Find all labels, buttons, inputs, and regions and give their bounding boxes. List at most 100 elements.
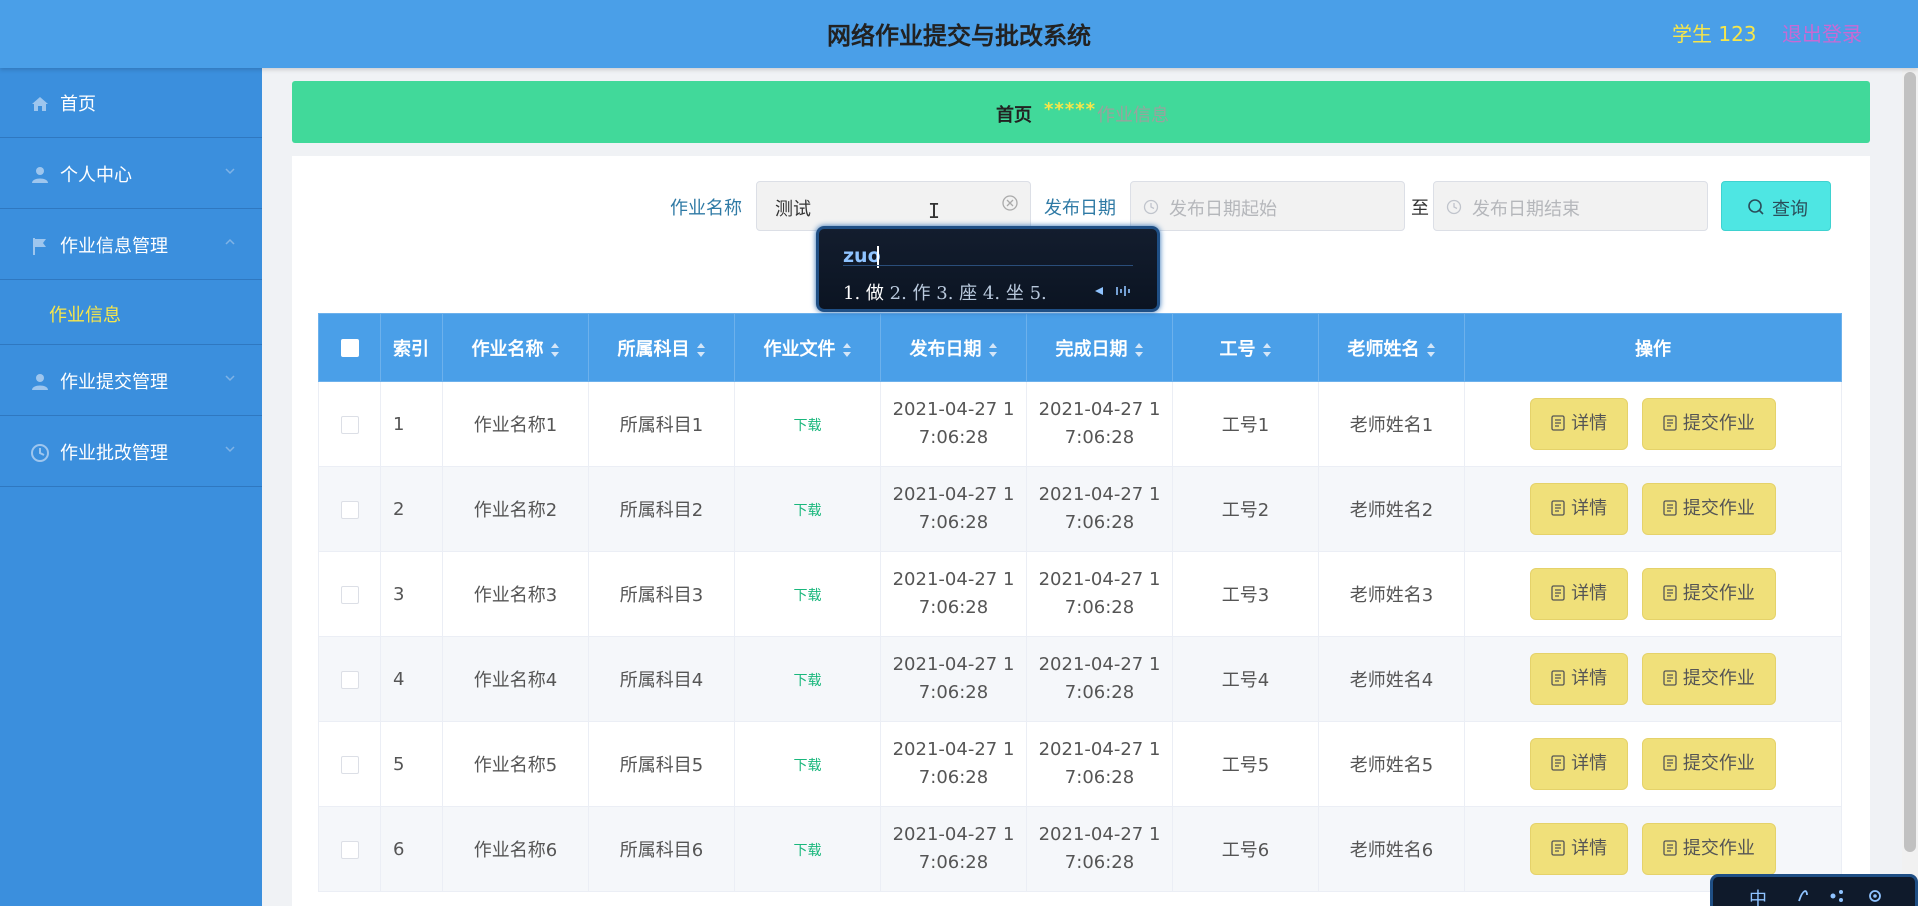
clear-icon[interactable] [1001, 194, 1019, 212]
ime-page-controls-icon[interactable] [1093, 283, 1133, 299]
document-icon [1551, 839, 1565, 856]
row-checkbox[interactable] [340, 415, 359, 434]
scrollbar-thumb[interactable] [1904, 72, 1916, 852]
select-all-checkbox[interactable] [340, 339, 359, 357]
time-line: 7:06:28 [918, 512, 989, 533]
cell-file: 下载 [734, 551, 881, 637]
cell-index: 4 [380, 636, 443, 722]
chevron-up-icon [225, 238, 235, 245]
cell-name: 作业名称2 [442, 466, 589, 552]
time-line: 7:06:28 [1064, 597, 1135, 618]
detail-button[interactable]: 详情 [1530, 398, 1629, 450]
row-checkbox[interactable] [340, 755, 359, 774]
header-finish-date[interactable]: 完成日期 [1026, 313, 1173, 382]
cell-teacher: 老师姓名1 [1318, 381, 1465, 467]
submit-homework-button[interactable]: 提交作业 [1641, 568, 1776, 620]
sort-icon[interactable] [842, 342, 852, 358]
submit-homework-button[interactable]: 提交作业 [1641, 738, 1776, 790]
sort-icon[interactable] [550, 342, 560, 358]
cell-teacher: 老师姓名4 [1318, 636, 1465, 722]
row-checkbox[interactable] [340, 670, 359, 689]
cell-finish-date: 2021-04-27 1 7:06:28 [1026, 551, 1173, 637]
cell-publish-date: 2021-04-27 1 7:06:28 [880, 381, 1027, 467]
detail-button[interactable]: 详情 [1530, 483, 1629, 535]
header-subject[interactable]: 所属科目 [588, 313, 735, 382]
sort-icon[interactable] [1426, 342, 1436, 358]
sidebar-subitem-homework-info[interactable]: 作业信息 [0, 281, 262, 345]
sort-icon[interactable] [1134, 342, 1144, 358]
download-link[interactable]: 下载 [794, 588, 822, 604]
row-select-cell[interactable] [318, 806, 381, 892]
sidebar-item-label: 作业批改管理 [60, 443, 168, 464]
publish-end-placeholder: 发布日期结束 [1472, 199, 1580, 220]
sidebar-item-home[interactable]: 首页 [0, 68, 262, 138]
publish-end-date-input[interactable]: 发布日期结束 [1433, 181, 1708, 231]
cell-name: 作业名称4 [442, 636, 589, 722]
sort-icon[interactable] [988, 342, 998, 358]
header-job-no[interactable]: 工号 [1172, 313, 1319, 382]
submit-homework-button[interactable]: 提交作业 [1641, 398, 1776, 450]
download-link[interactable]: 下载 [794, 843, 822, 859]
query-button[interactable]: 查询 [1721, 181, 1831, 231]
sidebar-item-label: 作业信息管理 [60, 236, 168, 257]
breadcrumb-home[interactable]: 首页 [996, 101, 1032, 127]
row-checkbox[interactable] [340, 840, 359, 859]
submit-homework-button[interactable]: 提交作业 [1641, 483, 1776, 535]
detail-button[interactable]: 详情 [1530, 568, 1629, 620]
ime-candidate[interactable]: 3. 座 [936, 283, 977, 304]
cell-index: 3 [380, 551, 443, 637]
submit-button-label: 提交作业 [1682, 413, 1755, 434]
detail-button[interactable]: 详情 [1530, 653, 1629, 705]
publish-date-label: 发布日期 [1044, 198, 1116, 219]
cell-index: 5 [380, 721, 443, 807]
row-select-cell[interactable] [318, 466, 381, 552]
cell-publish-date: 2021-04-27 1 7:06:28 [880, 721, 1027, 807]
sidebar-item-label: 个人中心 [60, 165, 132, 186]
submit-button-label: 提交作业 [1682, 838, 1755, 859]
row-select-cell[interactable] [318, 636, 381, 722]
detail-button-label: 详情 [1571, 583, 1608, 604]
sidebar-item-grading-mgmt[interactable]: 作业批改管理 [0, 417, 262, 487]
header-select-all[interactable] [318, 313, 381, 382]
detail-button[interactable]: 详情 [1530, 823, 1629, 875]
ime-candidate[interactable]: 5. [1030, 283, 1047, 304]
ime-candidate[interactable]: 1. 做 [843, 283, 884, 304]
ime-tools-icon[interactable] [1793, 887, 1903, 905]
download-link[interactable]: 下载 [794, 418, 822, 434]
row-select-cell[interactable] [318, 381, 381, 467]
ime-candidate[interactable]: 4. 坐 [983, 283, 1024, 304]
header-publish-date[interactable]: 发布日期 [880, 313, 1027, 382]
cell-publish-date: 2021-04-27 1 7:06:28 [880, 636, 1027, 722]
submit-homework-button[interactable]: 提交作业 [1641, 823, 1776, 875]
date-line: 2021-04-27 1 [1038, 569, 1161, 590]
logout-link[interactable]: 退出登录 [1782, 18, 1862, 47]
cell-teacher: 老师姓名3 [1318, 551, 1465, 637]
download-link[interactable]: 下载 [794, 673, 822, 689]
detail-button-label: 详情 [1571, 838, 1608, 859]
header-teacher[interactable]: 老师姓名 [1318, 313, 1465, 382]
name-search-input[interactable]: 测试 [756, 181, 1031, 231]
sidebar-item-homework-info-mgmt[interactable]: 作业信息管理 [0, 210, 262, 280]
sort-icon[interactable] [696, 342, 706, 358]
query-button-label: 查询 [1772, 199, 1808, 220]
ime-mode-toggle[interactable]: 中 [1749, 885, 1767, 906]
detail-button[interactable]: 详情 [1530, 738, 1629, 790]
row-checkbox[interactable] [340, 585, 359, 604]
row-select-cell[interactable] [318, 551, 381, 637]
sort-icon[interactable] [1262, 342, 1272, 358]
download-link[interactable]: 下载 [794, 758, 822, 774]
header-name[interactable]: 作业名称 [442, 313, 589, 382]
cell-file: 下载 [734, 636, 881, 722]
sidebar-item-personal-center[interactable]: 个人中心 [0, 139, 262, 209]
publish-start-date-input[interactable]: 发布日期起始 [1130, 181, 1405, 231]
submit-homework-button[interactable]: 提交作业 [1641, 653, 1776, 705]
row-select-cell[interactable] [318, 721, 381, 807]
header-file[interactable]: 作业文件 [734, 313, 881, 382]
sidebar-item-submission-mgmt[interactable]: 作业提交管理 [0, 346, 262, 416]
detail-button-label: 详情 [1571, 413, 1608, 434]
download-link[interactable]: 下载 [794, 503, 822, 519]
row-checkbox[interactable] [340, 500, 359, 519]
ime-candidate[interactable]: 2. 作 [890, 283, 931, 304]
page-scrollbar[interactable] [1902, 68, 1918, 906]
header-ops: 操作 [1464, 313, 1842, 382]
